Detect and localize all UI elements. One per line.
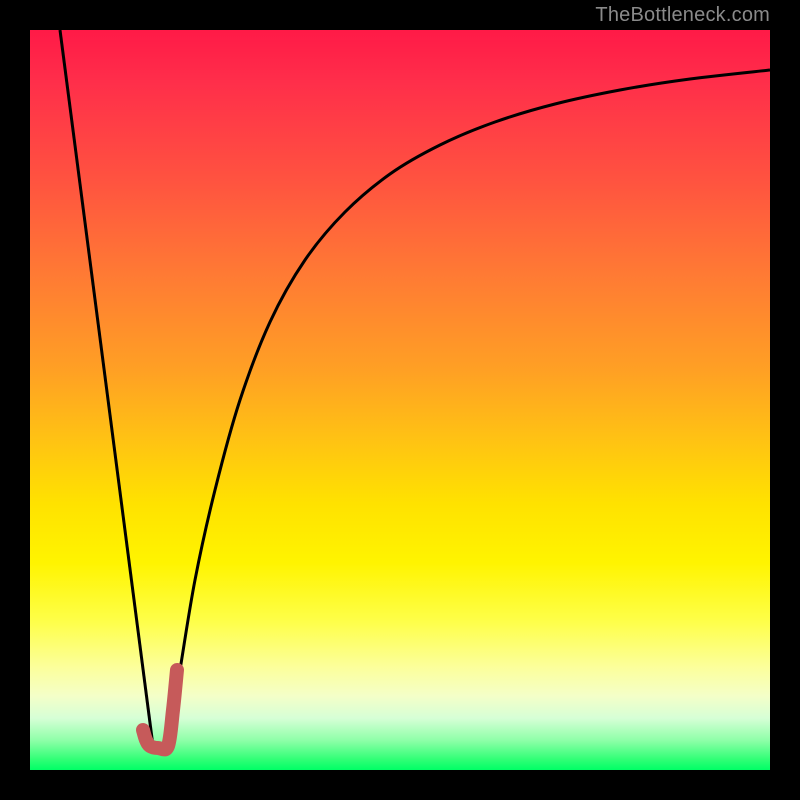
plot-area [30, 30, 770, 770]
right-curve [168, 70, 770, 744]
left-line [60, 30, 153, 746]
watermark-text: TheBottleneck.com [595, 4, 770, 27]
curves-svg [30, 30, 770, 770]
chart-frame: TheBottleneck.com [0, 0, 800, 800]
